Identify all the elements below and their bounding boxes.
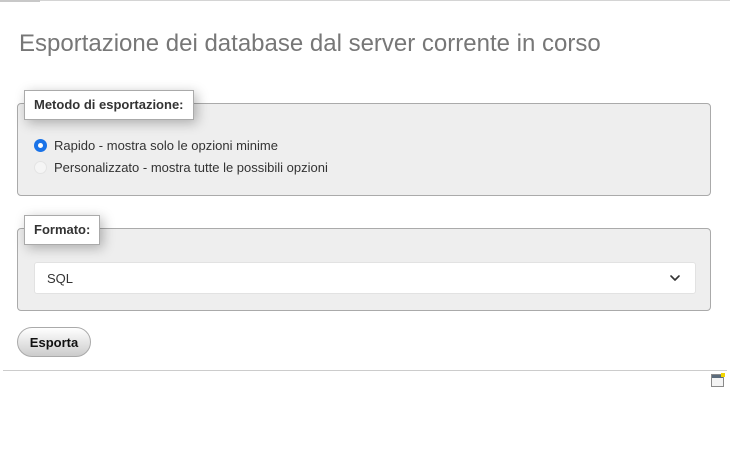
bottom-divider	[3, 370, 727, 371]
chevron-down-icon	[670, 275, 680, 281]
radio-custom-label: Personalizzato - mostra tutte le possibi…	[54, 160, 328, 175]
page-title: Esportazione dei database dal server cor…	[19, 30, 601, 57]
radio-custom-button[interactable]	[34, 161, 47, 174]
export-method-legend: Metodo di esportazione:	[24, 90, 194, 120]
export-method-fieldset: Metodo di esportazione: Rapido - mostra …	[17, 90, 711, 196]
top-divider	[0, 0, 730, 1]
console-toggle-icon[interactable]	[711, 373, 725, 387]
radio-quick-label: Rapido - mostra solo le opzioni minime	[54, 138, 278, 153]
radio-quick-option[interactable]: Rapido - mostra solo le opzioni minime	[34, 138, 278, 153]
top-tab-edge	[0, 0, 40, 2]
format-fieldset: Formato: SQL	[17, 215, 711, 311]
radio-quick-button[interactable]	[34, 139, 47, 152]
export-button[interactable]: Esporta	[17, 327, 91, 357]
radio-custom-option[interactable]: Personalizzato - mostra tutte le possibi…	[34, 160, 328, 175]
format-select-value: SQL	[47, 270, 74, 286]
format-select[interactable]: SQL	[34, 262, 696, 294]
format-legend: Formato:	[24, 215, 101, 245]
